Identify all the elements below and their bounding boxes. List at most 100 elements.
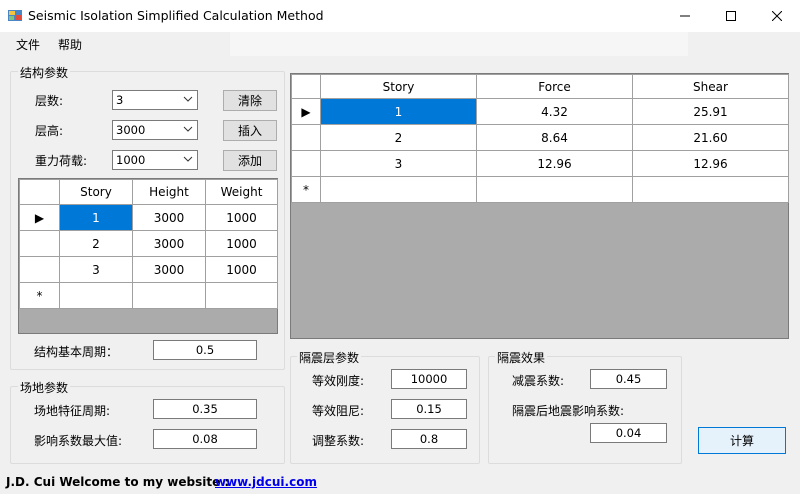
menu-file[interactable]: 文件: [16, 36, 40, 53]
site-group-title: 场地参数: [18, 379, 71, 396]
row-header-cell[interactable]: [19, 256, 60, 283]
table-cell[interactable]: [632, 176, 789, 203]
site-period-input[interactable]: 0.35: [153, 399, 257, 419]
site-group: [10, 386, 285, 464]
chevron-down-icon: [183, 96, 193, 102]
table-cell[interactable]: 1000: [205, 230, 278, 257]
table-row[interactable]: ▶ 1 3000 1000: [19, 204, 278, 231]
corner-header-cell: [19, 179, 60, 205]
structure-grid-header-row: Story Height Weight: [19, 179, 278, 205]
table-cell[interactable]: 2: [320, 124, 477, 151]
column-header-story[interactable]: Story: [59, 179, 133, 205]
chevron-down-icon: [183, 126, 193, 132]
table-cell[interactable]: 3000: [132, 204, 206, 231]
structure-group-title: 结构参数: [18, 64, 71, 81]
website-link[interactable]: www.jdcui.com: [215, 475, 317, 489]
row-header-cell[interactable]: [291, 124, 321, 151]
table-cell[interactable]: 1: [59, 204, 133, 231]
results-grid-header-row: Story Force Shear: [291, 74, 789, 99]
table-cell[interactable]: 8.64: [476, 124, 633, 151]
new-row-indicator-icon[interactable]: *: [291, 176, 321, 203]
table-cell[interactable]: 3: [59, 256, 133, 283]
maximize-icon: [726, 11, 736, 21]
close-button[interactable]: [754, 0, 800, 32]
equivalent-damping-input[interactable]: 0.15: [391, 399, 467, 419]
post-isolation-coefficient-input[interactable]: 0.04: [590, 423, 667, 443]
story-height-value: 3000: [116, 123, 146, 137]
equivalent-stiffness-label: 等效刚度:: [312, 374, 365, 388]
table-row[interactable]: ▶ 1 4.32 25.91: [291, 98, 789, 125]
app-icon: [8, 10, 22, 21]
new-row[interactable]: *: [19, 282, 278, 309]
structure-period-label: 结构基本周期：: [34, 345, 119, 359]
window-title: Seismic Isolation Simplified Calculation…: [28, 8, 324, 23]
max-coefficient-input[interactable]: 0.08: [153, 429, 257, 449]
column-header-weight[interactable]: Weight: [205, 179, 278, 205]
isolation-effect-group-title: 隔震效果: [495, 349, 548, 366]
isolation-layer-group-title: 隔震层参数: [297, 349, 362, 366]
table-cell[interactable]: 3: [320, 150, 477, 177]
site-period-label: 场地特征周期:: [34, 404, 111, 418]
add-button[interactable]: 添加: [223, 150, 277, 171]
column-header-shear[interactable]: Shear: [632, 74, 789, 99]
table-cell[interactable]: 21.60: [632, 124, 789, 151]
calculate-button[interactable]: 计算: [698, 427, 786, 454]
minimize-button[interactable]: [662, 0, 708, 32]
equivalent-damping-label: 等效阻尼:: [312, 404, 365, 418]
row-header-cell[interactable]: [291, 150, 321, 177]
floors-label: 层数:: [35, 94, 64, 108]
close-icon: [772, 11, 782, 21]
equivalent-stiffness-input[interactable]: 10000: [391, 369, 467, 389]
table-row[interactable]: 3 3000 1000: [19, 256, 278, 283]
column-header-height[interactable]: Height: [132, 179, 206, 205]
menu-bar-blank-strip: [230, 32, 688, 56]
reduction-coefficient-input[interactable]: 0.45: [590, 369, 667, 389]
table-cell[interactable]: 3000: [132, 256, 206, 283]
floors-value: 3: [116, 93, 124, 107]
new-row-indicator-icon[interactable]: *: [19, 282, 60, 309]
structure-period-input[interactable]: 0.5: [153, 340, 257, 360]
table-cell[interactable]: [476, 176, 633, 203]
column-header-story[interactable]: Story: [320, 74, 477, 99]
table-cell[interactable]: 3000: [132, 230, 206, 257]
row-header-cell[interactable]: [19, 230, 60, 257]
column-header-force[interactable]: Force: [476, 74, 633, 99]
table-row[interactable]: 2 3000 1000: [19, 230, 278, 257]
structure-grid[interactable]: Story Height Weight ▶ 1 3000 1000 2 3000…: [19, 179, 278, 309]
gravity-load-label: 重力荷载:: [35, 154, 88, 168]
chevron-down-icon: [183, 156, 193, 162]
table-cell[interactable]: 1: [320, 98, 477, 125]
adjust-coefficient-input[interactable]: 0.8: [391, 429, 467, 449]
table-cell[interactable]: [59, 282, 133, 309]
table-cell[interactable]: 12.96: [632, 150, 789, 177]
post-isolation-coefficient-label: 隔震后地震影响系数:: [512, 404, 625, 418]
adjust-coefficient-label: 调整系数:: [312, 434, 365, 448]
table-cell[interactable]: [320, 176, 477, 203]
table-row[interactable]: 2 8.64 21.60: [291, 124, 789, 151]
table-cell[interactable]: [132, 282, 206, 309]
new-row[interactable]: *: [291, 176, 789, 203]
gravity-load-combo[interactable]: 1000: [112, 150, 198, 170]
clear-button[interactable]: 清除: [223, 90, 277, 111]
corner-header-cell: [291, 74, 321, 99]
maximize-button[interactable]: [708, 0, 754, 32]
table-cell[interactable]: 12.96: [476, 150, 633, 177]
menu-help[interactable]: 帮助: [58, 36, 82, 53]
table-row[interactable]: 3 12.96 12.96: [291, 150, 789, 177]
max-coefficient-label: 影响系数最大值:: [34, 434, 123, 448]
table-cell[interactable]: 1000: [205, 256, 278, 283]
insert-button[interactable]: 插入: [223, 120, 277, 141]
current-row-indicator-icon[interactable]: ▶: [291, 98, 321, 125]
story-height-combo[interactable]: 3000: [112, 120, 198, 140]
table-cell[interactable]: 25.91: [632, 98, 789, 125]
floors-combo[interactable]: 3: [112, 90, 198, 110]
results-grid[interactable]: Story Force Shear ▶ 1 4.32 25.91 2 8.64 …: [291, 74, 789, 203]
table-cell[interactable]: [205, 282, 278, 309]
table-cell[interactable]: 1000: [205, 204, 278, 231]
welcome-text: J.D. Cui Welcome to my website :: [6, 475, 230, 489]
table-cell[interactable]: 2: [59, 230, 133, 257]
current-row-indicator-icon[interactable]: ▶: [19, 204, 60, 231]
gravity-load-value: 1000: [116, 153, 146, 167]
table-cell[interactable]: 4.32: [476, 98, 633, 125]
minimize-icon: [680, 15, 690, 17]
